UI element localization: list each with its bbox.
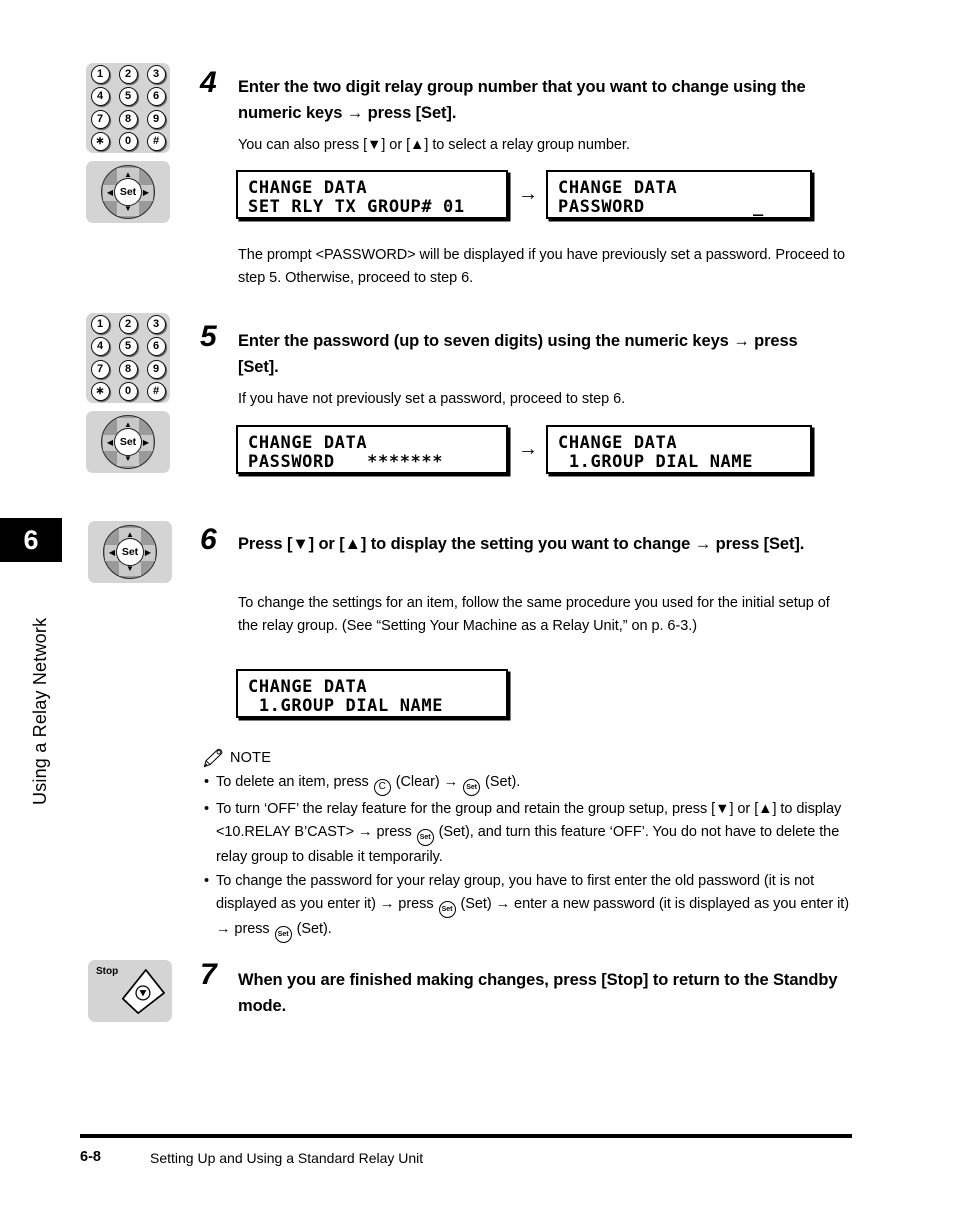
lcd-line-1: CHANGE DATA [558,178,678,198]
set-navigation-pad-step4: ▲ ▼ ◀ ▶ Set [86,161,170,223]
step-heading-7: When you are finished making changes, pr… [238,971,838,1016]
stop-key-label: Stop [96,966,119,977]
step-number-7: 7 [200,958,217,991]
set-key-icon: Set [416,828,434,846]
lcd-display-step6: CHANGE DATA 1.GROUP DIAL NAME [236,669,508,718]
set-key-label: Set [116,538,144,566]
key-7: 7 [90,359,110,379]
key-9: 9 [146,359,166,379]
key-4: 4 [90,87,110,107]
set-key-icon: Set [463,779,481,796]
key-6: 6 [146,87,166,107]
key-3: 3 [146,64,166,84]
key-1: 1 [90,64,110,84]
step-number-4: 4 [200,66,217,99]
lcd-display-step5-before: CHANGE DATA PASSWORD ******* [236,425,508,474]
lcd-line-1: CHANGE DATA [248,433,368,453]
step-heading-6: Press [▼] or [▲] to display the setting … [238,535,805,553]
pencil-icon [202,748,224,768]
step-heading-4: Enter the two digit relay group number t… [238,78,806,123]
key-asterisk: ∗ [90,132,110,152]
chapter-tab-title: Using a Relay Network [30,617,50,805]
lcd-line-2: SET RLY TX GROUP# 01 [248,197,465,218]
key-8: 8 [118,109,138,129]
note-item: To change the password for your relay gr… [202,870,852,943]
transition-arrow-icon-step4: → [518,183,538,205]
transition-arrow-icon-step5: → [518,438,538,460]
key-2: 2 [118,64,138,84]
key-5: 5 [118,87,138,107]
set-key-label: Set [114,428,142,456]
key-4: 4 [90,337,110,357]
footer-section-title: Setting Up and Using a Standard Relay Un… [150,1150,424,1166]
set-key-label: Set [114,178,142,206]
stop-key-panel: Stop [88,960,172,1022]
lcd-line-1: CHANGE DATA [558,433,678,453]
set-navigation-pad-step6: ▲ ▼ ◀ ▶ Set [88,521,172,583]
lcd-display-step4-after: CHANGE DATA PASSWORD _ [546,170,812,219]
key-3: 3 [146,314,166,334]
nav-pad-disc: ▲ ▼ ◀ ▶ Set [101,415,155,469]
key-9: 9 [146,109,166,129]
lcd-display-step4-before: CHANGE DATA SET RLY TX GROUP# 01 [236,170,508,219]
lcd-line-2: PASSWORD _ [558,197,764,218]
chapter-number: 6 [23,524,39,555]
lcd-display-step5-after: CHANGE DATA 1.GROUP DIAL NAME [546,425,812,474]
key-asterisk: ∗ [90,382,110,402]
set-navigation-pad-step5: ▲ ▼ ◀ ▶ Set [86,411,170,473]
key-2: 2 [118,314,138,334]
key-5: 5 [118,337,138,357]
nav-pad-disc: ▲ ▼ ◀ ▶ Set [103,525,157,579]
step-heading-5: Enter the password (up to seven digits) … [238,332,798,377]
numeric-keypad-step4: 1 2 3 4 5 6 7 8 9 ∗ 0 # [86,63,170,153]
lcd-line-2: PASSWORD ******* [248,452,444,473]
lcd-line-2: 1.GROUP DIAL NAME [558,452,754,473]
note-item-list: To delete an item, press C (Clear) → Set… [202,771,852,943]
note-item: To delete an item, press C (Clear) → Set… [202,771,852,796]
nav-pad-disc: ▲ ▼ ◀ ▶ Set [101,165,155,219]
numeric-keypad-step5: 1 2 3 4 5 6 7 8 9 ∗ 0 # [86,313,170,403]
step-body-4: You can also press [▼] or [▲] to select … [238,137,630,153]
step-body-5: If you have not previously set a passwor… [238,391,626,407]
manual-page: 6 Using a Relay Network 1 2 3 4 5 6 7 8 … [0,0,954,1227]
key-6: 6 [146,337,166,357]
lcd-line-2: 1.GROUP DIAL NAME [248,696,444,717]
key-1: 1 [90,314,110,334]
step-number-6: 6 [200,523,217,556]
note-item: To turn ‘OFF’ the relay feature for the … [202,798,852,868]
clear-key-icon: C [373,778,391,796]
lcd-line-1: CHANGE DATA [248,178,368,198]
lcd-line-1: CHANGE DATA [248,677,368,697]
footer-page-number: 6-8 [80,1149,101,1165]
key-8: 8 [118,359,138,379]
key-0: 0 [118,132,138,152]
key-hash: # [146,132,166,152]
note-title: NOTE [230,750,272,766]
key-7: 7 [90,109,110,129]
step-number-5: 5 [200,320,217,353]
stop-icon [116,968,168,1021]
chapter-tab-number: 6 [0,518,62,562]
set-key-icon: Set [274,925,292,943]
step-after-body-4: The prompt <PASSWORD> will be displayed … [238,247,845,286]
set-key-icon: Set [438,900,456,918]
note-block: NOTE To delete an item, press C (Clear) … [202,748,852,945]
footer-divider [80,1134,852,1138]
key-hash: # [146,382,166,402]
step-body-6: To change the settings for an item, foll… [238,595,830,634]
key-0: 0 [118,382,138,402]
